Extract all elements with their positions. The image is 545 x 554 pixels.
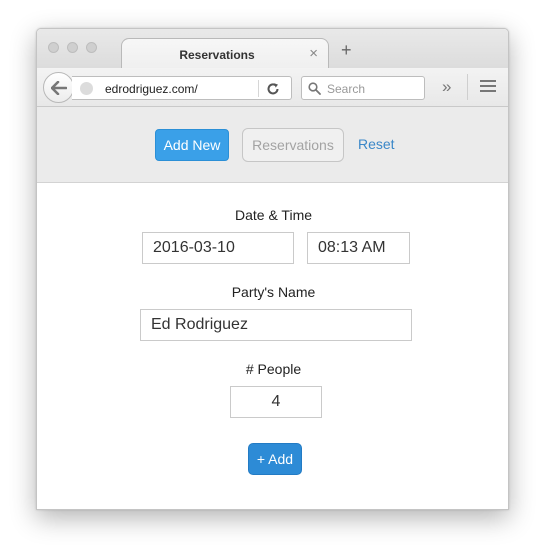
date-field[interactable]: 2016-03-10 bbox=[142, 232, 294, 264]
back-button[interactable] bbox=[43, 72, 74, 103]
new-tab-button[interactable]: + bbox=[341, 41, 352, 59]
reload-button[interactable] bbox=[265, 81, 281, 97]
back-arrow-icon bbox=[50, 80, 67, 95]
minimize-window-dot[interactable] bbox=[67, 42, 78, 53]
navigation-bar: edrodriguez.com/ Search » bbox=[37, 68, 508, 107]
add-reservation-button[interactable]: + Add bbox=[248, 443, 302, 475]
hamburger-menu-icon[interactable] bbox=[480, 80, 496, 95]
globe-icon bbox=[80, 82, 93, 95]
search-bar[interactable]: Search bbox=[301, 76, 425, 100]
datetime-label: Date & Time bbox=[234, 207, 313, 223]
close-window-dot[interactable] bbox=[48, 42, 59, 53]
overflow-chevron-icon[interactable]: » bbox=[442, 77, 451, 97]
url-separator bbox=[258, 80, 259, 97]
people-label: # People bbox=[245, 361, 302, 377]
app-header: Add New Reservations Reset bbox=[37, 107, 508, 183]
url-text[interactable]: edrodriguez.com/ bbox=[105, 82, 198, 96]
toolbar-divider bbox=[467, 74, 468, 100]
search-input[interactable]: Search bbox=[327, 82, 365, 96]
party-name-label: Party's Name bbox=[231, 284, 316, 300]
reload-icon bbox=[267, 83, 279, 95]
tab-close-icon[interactable]: × bbox=[309, 45, 318, 62]
title-bar: Reservations × + bbox=[37, 29, 508, 69]
tab-title: Reservations bbox=[179, 48, 255, 62]
reset-link[interactable]: Reset bbox=[358, 136, 395, 152]
tab-reservations[interactable]: Reservations × bbox=[121, 38, 329, 69]
zoom-window-dot[interactable] bbox=[86, 42, 97, 53]
time-field[interactable]: 08:13 AM bbox=[307, 232, 410, 264]
party-name-field[interactable]: Ed Rodriguez bbox=[140, 309, 412, 341]
search-icon bbox=[308, 82, 321, 95]
add-new-button[interactable]: Add New bbox=[155, 129, 229, 161]
people-count-field[interactable]: 4 bbox=[230, 386, 322, 418]
address-bar[interactable]: edrodriguez.com/ bbox=[72, 76, 292, 100]
reservations-button[interactable]: Reservations bbox=[242, 128, 344, 162]
browser-window: Reservations × + edrodriguez.com/ Search… bbox=[36, 28, 509, 510]
